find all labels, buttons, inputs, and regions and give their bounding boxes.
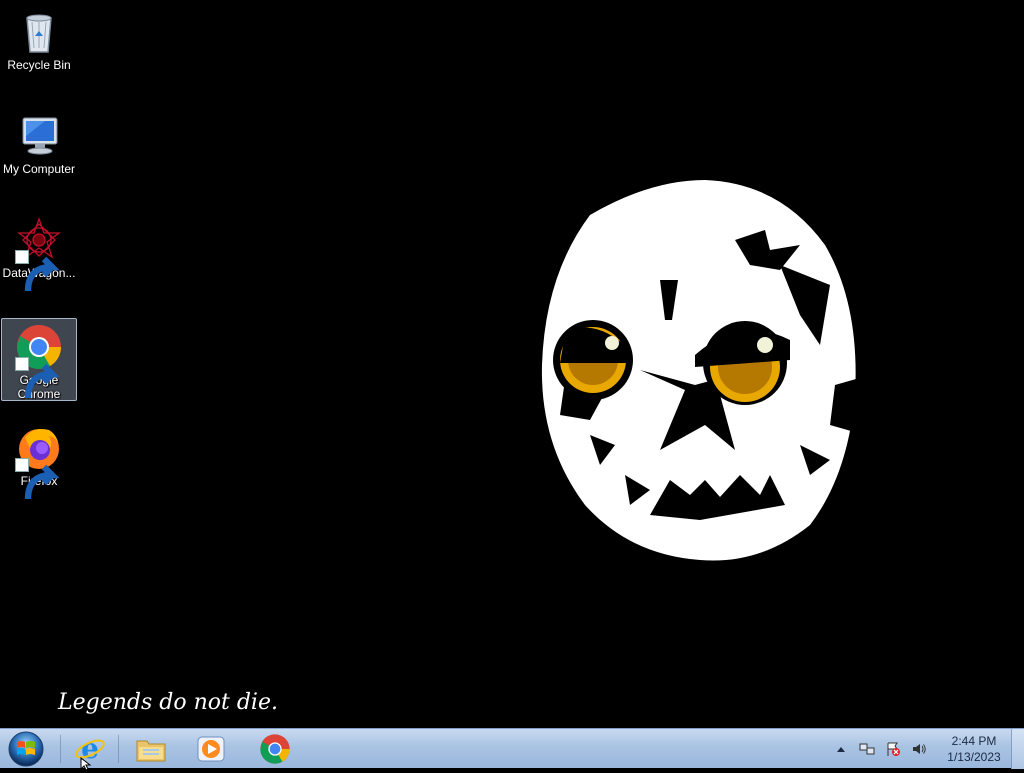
desktop-icon-firefox[interactable]: Firefox	[1, 420, 77, 500]
shortcut-arrow-icon	[15, 250, 60, 292]
shortcut-arrow-icon	[15, 357, 60, 399]
media-player-icon	[197, 736, 225, 762]
desktop-icon-google-chrome[interactable]: Google Chrome	[1, 318, 77, 401]
folder-icon	[136, 740, 166, 762]
network-icon[interactable]	[858, 740, 876, 758]
show-hidden-icons-icon[interactable]	[832, 740, 850, 758]
taskbar-app-media-player[interactable]	[183, 731, 239, 767]
wallpaper-tagline: Legends do not die.	[58, 690, 278, 715]
owl-eye-left	[553, 320, 633, 400]
mouse-cursor-icon	[80, 757, 92, 771]
taskbar-separator	[118, 735, 119, 763]
chrome-icon	[260, 734, 290, 764]
system-tray: 2:44 PM 1/13/2023	[828, 729, 1010, 769]
show-desktop-button[interactable]	[1011, 729, 1024, 769]
datawagon-icon	[15, 216, 63, 292]
start-button[interactable]	[4, 730, 48, 768]
desktop: Recycle Bin My Computer DataWagon... Goo…	[0, 0, 1024, 728]
volume-icon[interactable]	[910, 740, 928, 758]
firefox-icon	[15, 424, 63, 500]
desktop-icon-recycle-bin[interactable]: Recycle Bin	[1, 4, 77, 72]
shortcut-arrow-icon	[15, 458, 60, 500]
taskbar-clock[interactable]: 2:44 PM 1/13/2023	[938, 733, 1010, 765]
desktop-icon-my-computer[interactable]: My Computer	[1, 108, 77, 176]
action-center-flag-icon[interactable]	[884, 740, 902, 758]
taskbar-separator	[60, 735, 61, 763]
taskbar: e 2:44 PM 1/13/2023	[0, 728, 1024, 769]
desktop-icon-label: Recycle Bin	[7, 58, 71, 72]
chrome-icon	[15, 323, 63, 399]
desktop-icon-label: My Computer	[2, 162, 76, 176]
wallpaper-owl-image	[530, 175, 875, 565]
clock-date: 1/13/2023	[947, 750, 1001, 764]
recycle-bin-icon	[15, 8, 63, 56]
desktop-icon-datawagon[interactable]: DataWagon...	[1, 212, 77, 292]
taskbar-app-windows-explorer[interactable]	[123, 731, 179, 767]
taskbar-app-google-chrome[interactable]	[247, 731, 303, 767]
windows-start-icon	[8, 731, 44, 767]
computer-icon	[15, 112, 63, 160]
clock-time: 2:44 PM	[951, 734, 997, 748]
